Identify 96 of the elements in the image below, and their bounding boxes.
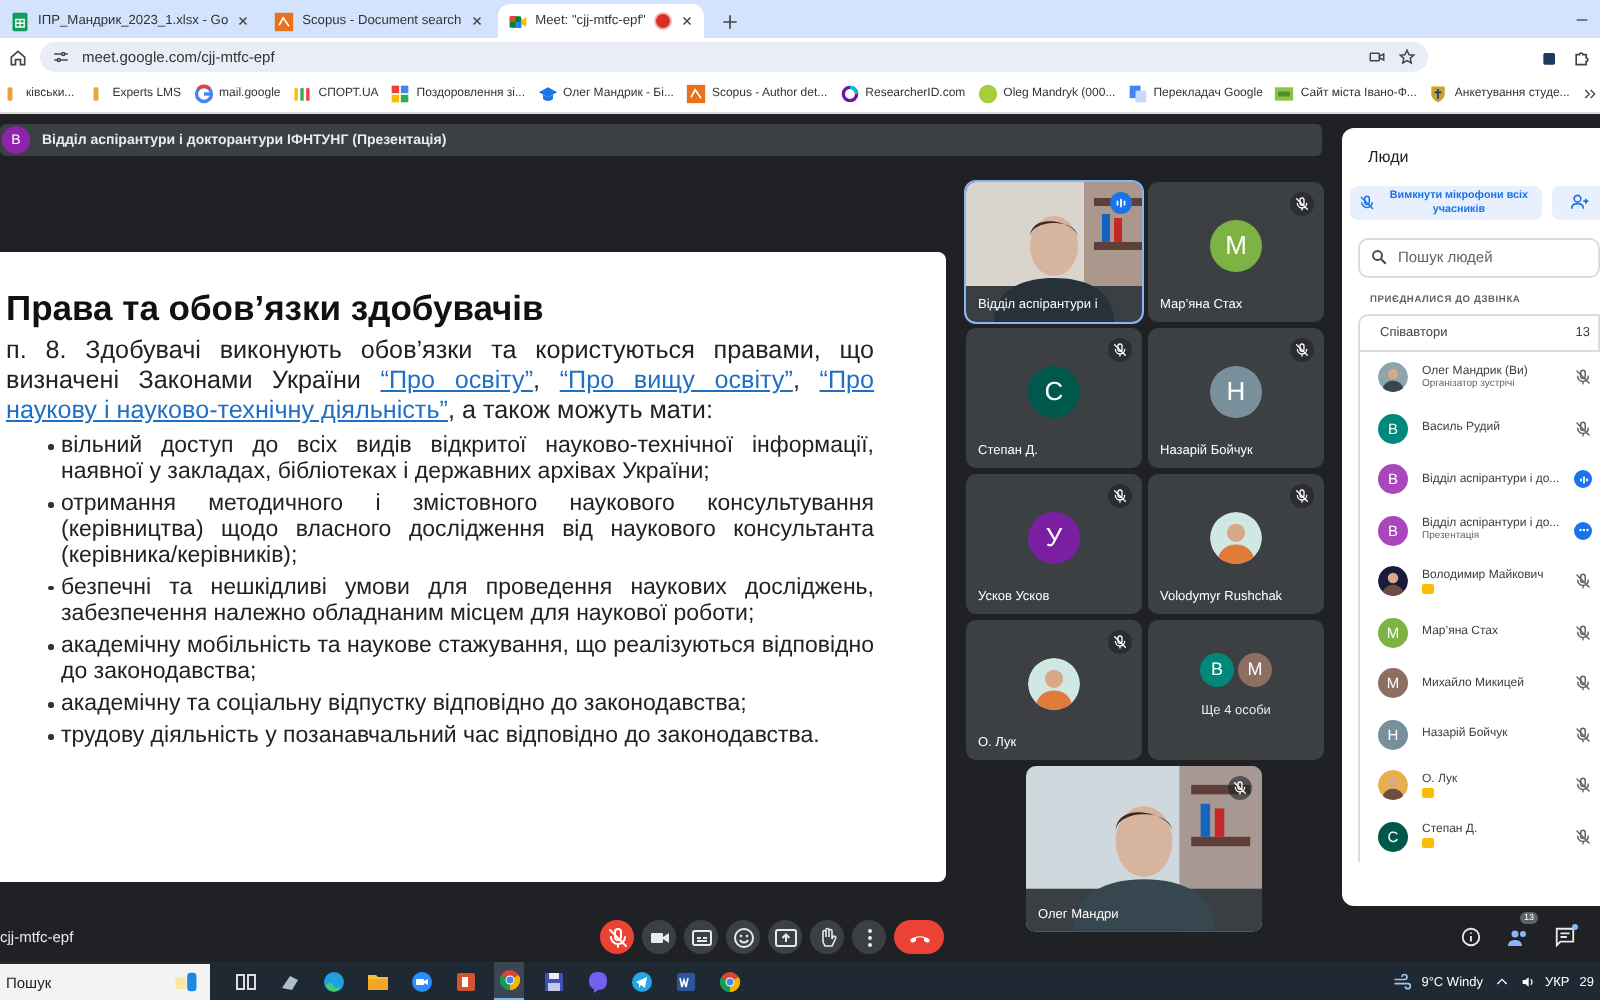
mute-button[interactable] (600, 920, 634, 954)
mic-off-icon (1574, 827, 1592, 846)
camera-icon[interactable] (1368, 48, 1386, 66)
bullet-icon (48, 734, 53, 740)
link[interactable]: “Про вищу освіту” (559, 366, 793, 394)
speaker-icon[interactable] (1519, 974, 1535, 990)
avatar: В (1200, 652, 1234, 686)
end-call-button[interactable] (894, 920, 944, 954)
wind-icon[interactable] (1391, 972, 1412, 992)
chat-bubble-icon[interactable] (585, 970, 609, 994)
mic-off-icon (1574, 776, 1592, 795)
spreadsheet-icon (10, 11, 30, 31)
site-settings-icon[interactable] (52, 48, 70, 66)
add-person-button[interactable] (1551, 186, 1600, 220)
captions-button[interactable] (684, 920, 718, 954)
panel-title: Люди (1366, 146, 1411, 170)
mic-off-icon (1112, 634, 1128, 650)
grid-icon (390, 84, 411, 104)
chat-icon[interactable] (1554, 926, 1576, 948)
people-icon[interactable] (1506, 925, 1530, 949)
mic-off-icon (1232, 780, 1248, 796)
avatar: Н (1210, 365, 1262, 417)
app-icon[interactable] (277, 970, 301, 994)
emoji-button[interactable] (726, 920, 760, 954)
task-view-icon[interactable] (233, 970, 257, 994)
chevron-up-icon[interactable] (1493, 974, 1509, 990)
avatar: У (1028, 511, 1080, 563)
new-tab-icon[interactable] (719, 12, 740, 32)
avatar: М (1210, 219, 1262, 271)
mic-off-icon (1112, 488, 1128, 504)
mic-off-icon (1358, 194, 1376, 212)
bullet-icon (48, 585, 53, 591)
video-app-icon[interactable] (409, 970, 433, 994)
search-icon (1370, 247, 1388, 265)
mic-off-icon (1294, 196, 1310, 212)
slide-paragraph: п. 8. Здобувачі виконують обов’язки та користуються правами, що визначені Законами України “Про освіту”, “Про вищу освіту”, “Про наукову і науково-технічну діяльність”, а також можуть мати: (6, 336, 874, 426)
more-bookmarks-icon[interactable] (1581, 86, 1598, 102)
present-icon (773, 925, 797, 949)
bullet-icon (48, 502, 53, 508)
captions-icon (689, 925, 713, 949)
paper-plane-icon[interactable] (629, 970, 653, 994)
crest-icon (1428, 84, 1449, 104)
bullet-text: отримання методичного і змістовного наукового консультування (керівництва) щодо власного дослідження від наукового консультанта (керівника/керівників); (61, 492, 874, 569)
star-icon[interactable] (1398, 48, 1416, 66)
mic-off-icon (1574, 674, 1592, 693)
speaking-icon (1114, 196, 1128, 210)
mic-off-icon (1574, 419, 1592, 438)
bullet-text: вільний доступ до всіх видів відкритої науково-технічної інформації, наявної у закладах, бібліотеках і державних архівах України; (61, 434, 874, 486)
link[interactable]: “Про (819, 366, 875, 394)
avatar: С (1028, 365, 1080, 417)
bars-icon (292, 84, 313, 104)
camera-icon (507, 11, 528, 31)
close-icon[interactable] (469, 14, 484, 28)
mic-off-icon (605, 925, 629, 949)
chrome-icon[interactable] (497, 968, 521, 992)
present-button[interactable] (768, 920, 802, 954)
mic-off-icon (1294, 488, 1310, 504)
mic-off-icon (1574, 572, 1592, 591)
camera-button[interactable] (642, 920, 676, 954)
bullet-text: академічну та соціальну відпустку відповідно до законодавства; (61, 692, 747, 718)
ring-icon (839, 84, 860, 104)
avatar: М (1238, 652, 1272, 686)
bullet-icon (48, 444, 53, 449)
mic-off-icon (1112, 342, 1128, 358)
bullet-text: академічну мобільність та наукове стажування, що реалізуються відповідно до законодавства; (61, 634, 874, 686)
info-icon[interactable] (1460, 926, 1482, 948)
mic-off-icon (1574, 725, 1592, 744)
graduation-cap-icon (537, 84, 558, 104)
translate-icon (1127, 84, 1148, 104)
mic-off-icon (1574, 368, 1592, 387)
document-app-icon[interactable] (673, 970, 697, 994)
chrome-icon[interactable] (717, 970, 741, 994)
link[interactable]: “Про освіту” (380, 366, 534, 394)
bullet-icon (48, 644, 53, 650)
more-icon[interactable] (1574, 521, 1592, 540)
edge-icon[interactable] (321, 970, 345, 994)
link[interactable]: наукову і науково-технічну діяльність” (6, 396, 448, 424)
folder-icon[interactable] (365, 970, 389, 994)
search-highlight-icon (172, 968, 200, 996)
slide-title: Права та обов’язки здобувачів (6, 288, 546, 330)
taskbar-app[interactable] (494, 962, 524, 1000)
slides-app-icon[interactable] (453, 970, 477, 994)
more-button[interactable] (852, 920, 886, 954)
bullet-text: трудову діяльність у позанавчальний час відповідно до законодавства. (61, 724, 820, 751)
raise-hand-button[interactable] (810, 920, 844, 954)
mic-off-icon (1294, 342, 1310, 358)
close-icon[interactable] (679, 14, 694, 28)
puzzle-icon[interactable] (1572, 47, 1592, 67)
home-icon[interactable] (8, 47, 28, 67)
close-icon[interactable] (236, 14, 251, 28)
emoji-icon (731, 925, 755, 949)
mic-off-icon (1574, 623, 1592, 642)
person-add-icon (1570, 192, 1591, 212)
google-icon (193, 84, 214, 104)
bullet-icon (48, 702, 53, 708)
bullet-text: безпечні та нешкідливі умови для проведення наукових досліджень, забезпечення належно обладнаним місцем для наукової роботи; (61, 575, 874, 628)
